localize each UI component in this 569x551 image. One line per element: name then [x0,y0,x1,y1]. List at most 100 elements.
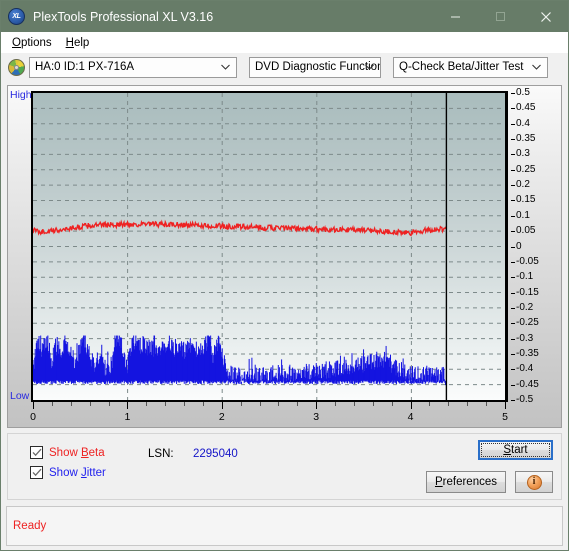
x-axis-minor-tick [259,402,261,406]
x-axis-major-tick [33,402,34,409]
show-jitter-checkbox[interactable] [30,466,43,479]
lsn-value: 2295040 [193,448,238,460]
info-button[interactable]: i [515,471,553,493]
drive-select-value: HA:0 ID:1 PX-716A [35,61,135,73]
lsn-label: LSN: [148,448,174,460]
y-axis-tick-mark [511,384,515,386]
plextools-window: XL PlexTools Professional XL V3.16 Optio… [0,0,569,551]
y-axis-tick-label: -0.2 [516,301,534,313]
maximize-icon[interactable] [478,1,523,32]
menu-options-rest: ptions [20,36,52,49]
x-axis-major-tick [221,402,223,409]
menu-item-options[interactable]: Options [7,35,61,51]
chart-panel: High Low 0.5 0.45 0.4 0.35 0.3 0.25 0.2 0.15 0.1… [7,85,562,428]
y-axis-tick-mark [511,123,515,125]
x-axis-minor-tick [278,402,280,406]
show-beta-row[interactable]: Show Beta [30,446,105,459]
y-axis-tick-mark [511,93,515,94]
y-axis-tick-mark [511,200,515,202]
x-axis-minor-tick [297,402,299,406]
chart-label-high: High [10,89,32,101]
y-axis-tick-mark [511,139,515,141]
y-axis-tick-label: -0.4 [516,363,534,375]
toolbar: HA:0 ID:1 PX-716A DVD Diagnostic Functio… [1,53,568,81]
y-axis-tick-mark [511,307,515,309]
x-axis-tick-label: 3 [313,411,320,423]
x-axis-minor-tick [486,402,488,406]
show-jitter-row[interactable]: Show Jitter [30,466,106,479]
x-axis-major-tick [410,402,412,409]
drive-select[interactable]: HA:0 ID:1 PX-716A [29,56,237,78]
x-axis-minor-tick [184,402,186,406]
y-axis-tick-label: 0.15 [516,194,536,206]
close-icon[interactable] [523,1,568,32]
chart-plot-area [31,91,508,402]
y-axis-tick-mark [511,215,515,217]
x-axis-minor-tick [108,402,110,406]
menu-bar: Options Help [1,32,568,53]
xl-logo-icon: XL [8,8,25,25]
x-axis-major-tick [505,402,506,409]
x-axis-minor-tick [165,402,167,406]
y-axis-tick-mark [511,154,515,156]
x-axis-minor-tick [202,402,204,406]
y-axis-tick-label: -0.05 [516,255,539,267]
start-button[interactable]: Start [478,440,553,460]
show-beta-checkbox[interactable] [30,446,43,459]
preferences-button-label: Preferences [434,476,497,488]
show-jitter-label: Show Jitter [49,466,106,479]
y-axis-tick-mark [511,246,515,248]
status-bar: Ready [6,506,563,546]
focus-indicator [481,443,550,457]
test-select-value: Q-Check Beta/Jitter Test [399,61,524,73]
x-axis-major-tick [127,402,129,409]
x-axis-minor-tick [353,402,355,406]
info-icon: i [526,474,542,490]
function-select[interactable]: DVD Diagnostic Functions [249,56,381,78]
x-axis-ticks: 0 1 2 3 4 5 [8,402,561,428]
x-axis-minor-tick [448,402,450,406]
x-axis-minor-tick [372,402,374,406]
x-axis-minor-tick [335,402,337,406]
y-axis-tick-mark [511,323,515,325]
y-axis-tick-label: 0.2 [516,179,530,191]
y-axis-tick-mark [511,400,515,401]
menu-help-rest: elp [73,36,90,49]
y-axis-tick-label: 0.5 [516,87,530,98]
minimize-icon[interactable] [433,1,478,32]
chevron-down-icon [218,58,232,77]
x-axis-minor-tick [146,402,148,406]
y-axis-tick-label: 0 [516,240,522,252]
y-axis-tick-label: 0.25 [516,163,536,175]
x-axis-minor-tick [89,402,91,406]
y-axis-tick-label: 0.1 [516,209,530,221]
y-axis-tick-mark [511,185,515,187]
y-axis-tick-mark [511,231,515,233]
y-axis-tick-label: -0.45 [516,378,539,390]
chart-svg [33,93,505,400]
chevron-down-icon [362,58,376,77]
y-axis-tick-mark [511,353,515,355]
status-text: Ready [13,520,47,532]
test-select[interactable]: Q-Check Beta/Jitter Test [393,56,548,78]
y-axis-tick-mark [511,369,515,371]
x-axis-tick-label: 4 [407,411,414,423]
window-title: PlexTools Professional XL V3.16 [33,9,214,24]
y-axis-tick-label: -0.25 [516,317,539,329]
y-axis-tick-label: 0.4 [516,117,530,129]
y-axis-tick-mark [511,338,515,340]
y-axis-tick-label: -0.3 [516,332,534,344]
preferences-button[interactable]: Preferences [426,471,506,493]
controls-panel: Show Beta Show Jitter LSN: 2295040 Start… [7,433,562,500]
x-axis-minor-tick [51,402,53,406]
show-beta-label: Show Beta [49,446,105,459]
menu-item-help[interactable]: Help [61,35,99,51]
x-axis-minor-tick [391,402,393,406]
y-axis-tick-label: 0.05 [516,225,536,237]
y-axis-tick-label: -0.15 [516,286,539,298]
x-axis-minor-tick [429,402,431,406]
y-axis-tick-mark [511,277,515,279]
disc-icon [8,58,25,76]
title-bar: XL PlexTools Professional XL V3.16 [1,1,568,32]
y-axis-tick-label: -0.35 [516,347,539,359]
